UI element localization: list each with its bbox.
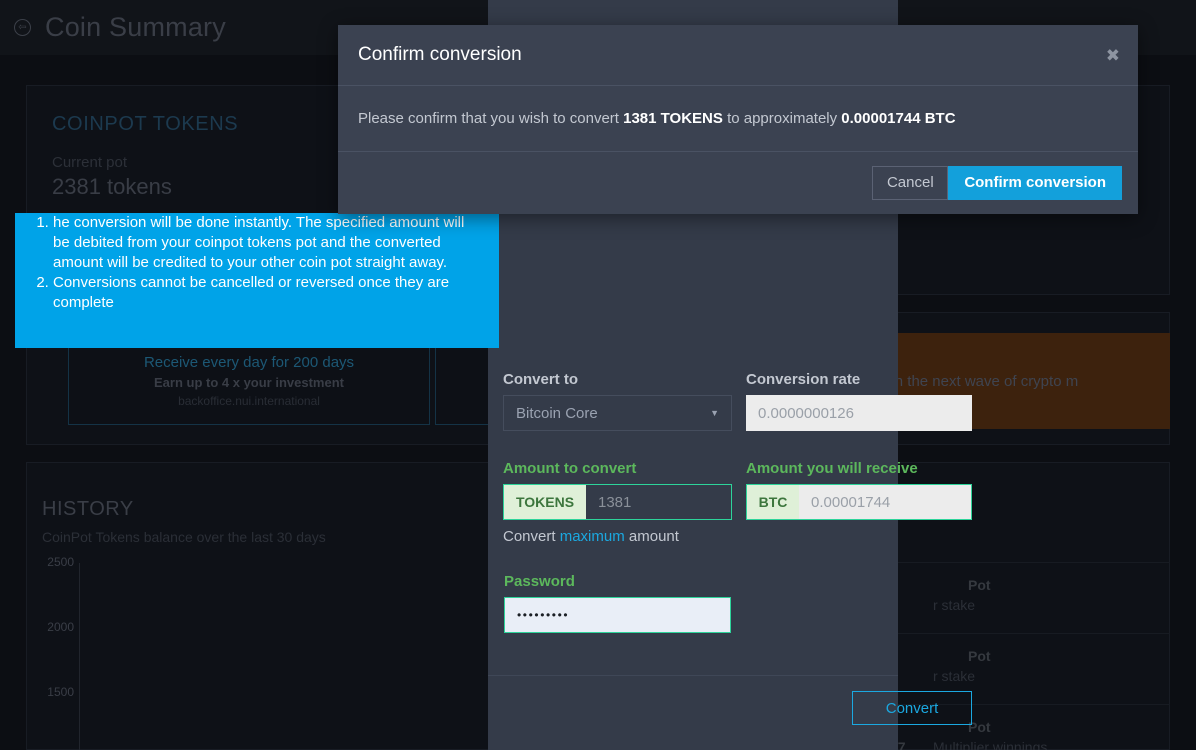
modal-message: Please confirm that you wish to convert … [358,110,956,127]
confirm-conversion-modal: Confirm conversion ✖ Please confirm that… [338,25,1138,214]
ad1-site: backoffice.nui.international [178,394,320,408]
modal-title: Confirm conversion [358,44,522,65]
amount-receive-input: 0.00001744 [799,485,971,519]
modal-footer: Cancel Confirm conversion [338,152,1138,213]
convert-to-value: Bitcoin Core [516,404,598,422]
conversion-info-panel: he conversion will be done instantly. Th… [15,213,499,348]
conversion-rate-value: 0.0000000126 [758,404,854,422]
amount-receive-group: BTC 0.00001744 [746,484,972,520]
ad-banner-1[interactable]: Receive every day for 200 days Earn up t… [68,337,430,425]
dialog-footer-divider [488,675,898,676]
info-item-3: he conversion will be done instantly. Th… [53,213,485,273]
modal-msg-target: 0.00001744 BTC [841,110,956,127]
chart-ytick-2500: 2500 [47,555,74,569]
chart-y-axis [79,563,80,750]
modal-header: Confirm conversion ✖ [338,25,1138,86]
convert-maximum-link[interactable]: maximum [560,528,625,545]
modal-body: Please confirm that you wish to convert … [338,86,1138,152]
ad1-headline: Receive every day for 200 days [143,354,355,371]
chevron-down-icon: ▼ [710,408,719,418]
tokens-addon: TOKENS [504,485,586,519]
cancel-button[interactable]: Cancel [872,165,949,200]
conversion-rate-label: Conversion rate [746,371,861,388]
amount-receive-label: Amount you will receive [746,460,918,477]
convert-maximum-hint: Convert maximum amount [503,528,679,545]
amount-to-convert-group[interactable]: TOKENS 1381 [503,484,732,520]
convert-submit-button[interactable]: Convert [852,691,972,725]
page-title: Coin Summary [45,12,226,42]
conversion-rate-field: 0.0000000126 [746,395,972,431]
back-arrow-icon[interactable]: ⇦ [14,19,31,36]
current-pot-amount: 2381 tokens [52,174,172,199]
confirm-conversion-button[interactable]: Confirm conversion [948,165,1122,200]
modal-msg-pre: Please confirm that you wish to convert [358,110,624,127]
close-icon[interactable]: ✖ [1106,47,1120,64]
convert-to-label: Convert to [503,371,578,388]
transaction-name: Pot [968,577,991,593]
ad1-sub: Earn up to 4 x your investment [154,375,344,390]
transaction-desc: Multiplier winnings [933,739,1048,750]
screen: ⇦ Coin Summary COINPOT TOKENS Current po… [0,0,1196,750]
password-input[interactable]: ••••••••• [504,597,731,633]
chart-ytick-1500: 1500 [47,685,74,699]
transaction-desc: r stake [933,668,976,684]
transaction-desc: r stake [933,597,976,613]
modal-msg-mid: to approximately [722,110,842,127]
hint-pre: Convert [503,528,560,545]
password-label: Password [504,573,575,590]
history-subtitle: CoinPot Tokens balance over the last 30 … [42,529,326,545]
amount-to-convert-label: Amount to convert [503,460,637,477]
transaction-name: Pot [968,648,991,664]
coinpot-card-title: COINPOT TOKENS [52,113,239,135]
current-pot-label: Current pot [52,154,128,171]
info-item-4: Conversions cannot be cancelled or rever… [53,273,485,313]
amount-to-convert-input[interactable]: 1381 [586,485,731,519]
modal-msg-amount: 1381 TOKENS [623,110,723,127]
ad-orange-text: n the next wave of crypto m [894,372,1079,390]
btc-addon: BTC [747,485,799,519]
hint-post: amount [624,528,679,545]
chart-ytick-2000: 2000 [47,620,74,634]
history-title: HISTORY [42,498,134,520]
convert-to-select[interactable]: Bitcoin Core ▼ [503,395,732,431]
